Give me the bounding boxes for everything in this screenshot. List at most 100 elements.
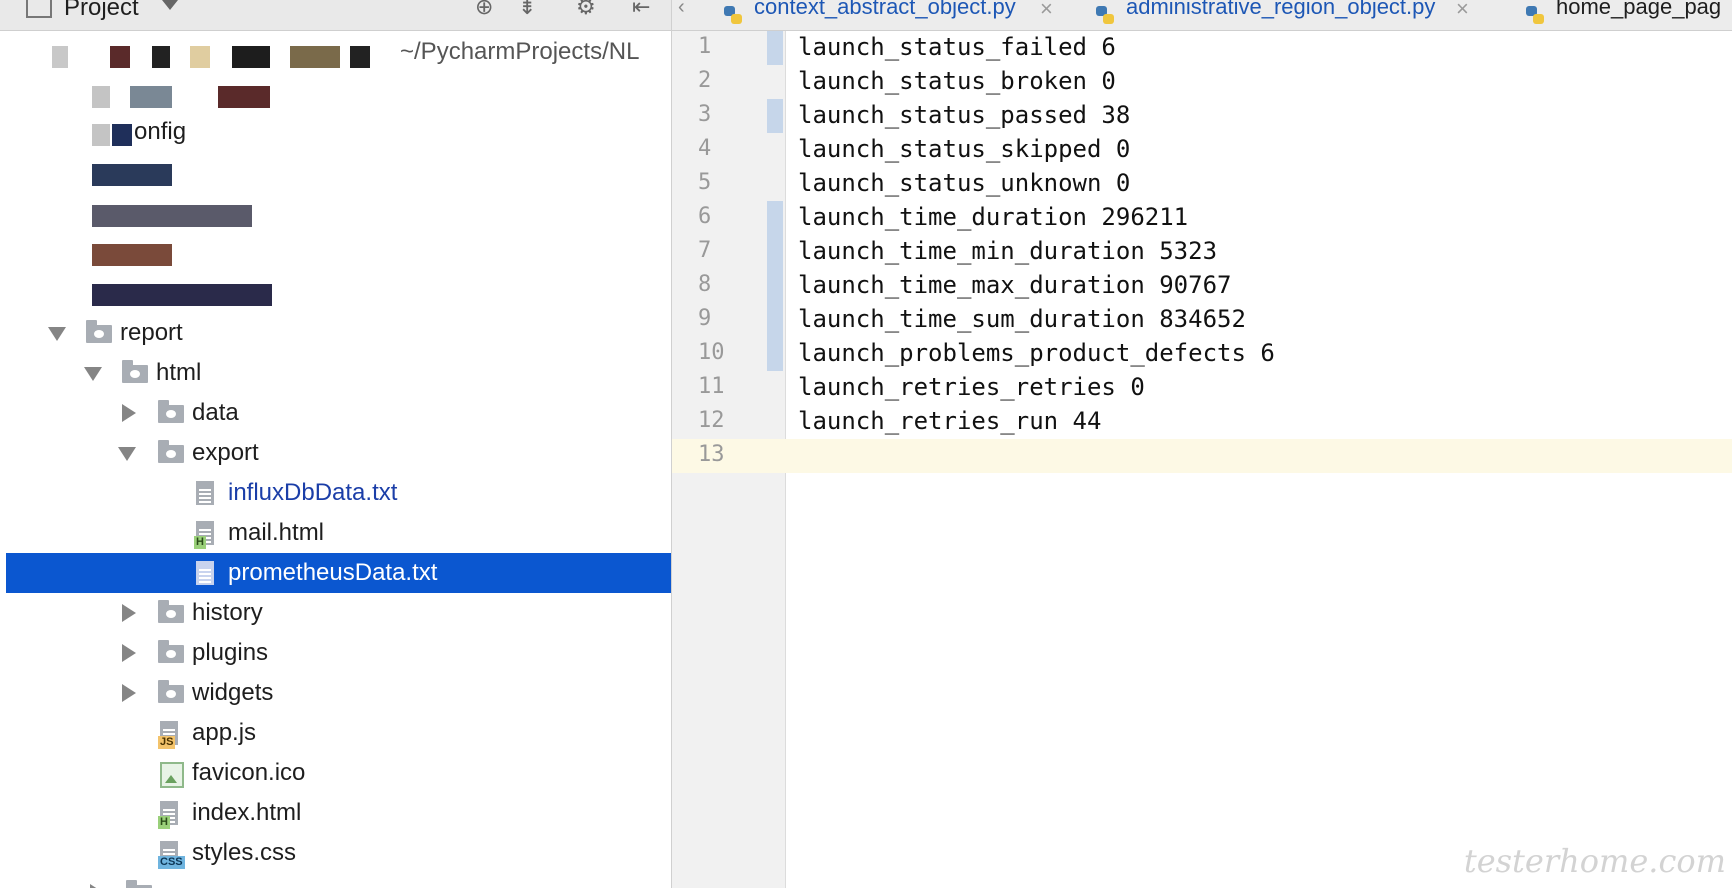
tree-row-label: history: [192, 599, 263, 626]
folder-icon: [158, 600, 186, 625]
locate-icon[interactable]: ⊕: [475, 0, 493, 20]
gear-icon[interactable]: ⚙: [576, 0, 596, 20]
change-marker[interactable]: [767, 201, 783, 235]
tree-row-partial[interactable]: [6, 873, 671, 888]
code-line-text: launch_status_unknown 0: [798, 169, 1131, 197]
gutter-line: 1: [672, 31, 785, 65]
tree-row-data[interactable]: data: [6, 393, 671, 433]
partial-folder-label[interactable]: onfig: [134, 118, 186, 146]
tree-row-html[interactable]: html: [6, 353, 671, 393]
project-root-path: ~/PycharmProjects/NL: [400, 38, 640, 65]
tree-row-label: prometheusData.txt: [228, 559, 438, 586]
tree-row-label: mail.html: [228, 519, 325, 546]
tree-row-label: app.js: [192, 719, 257, 746]
image-file-icon: [158, 761, 186, 788]
code-line-text: launch_problems_product_defects 6: [798, 339, 1275, 367]
line-number: 1: [698, 34, 712, 59]
change-marker[interactable]: [767, 235, 783, 269]
line-number: 6: [698, 204, 712, 229]
tree-row-plugins[interactable]: plugins: [6, 633, 671, 673]
code-line[interactable]: launch_status_failed 6: [785, 31, 1732, 65]
code-line[interactable]: launch_status_passed 38: [785, 99, 1732, 133]
code-line-text: launch_status_failed 6: [798, 33, 1116, 61]
line-number: 11: [698, 374, 725, 399]
tree-row-label: html: [156, 359, 202, 386]
change-marker[interactable]: [767, 337, 783, 371]
html-file-icon: H: [194, 521, 222, 549]
code-line-text: launch_status_skipped 0: [798, 135, 1131, 163]
line-number: 5: [698, 170, 712, 195]
tree-row-export[interactable]: export: [6, 433, 671, 473]
folder-icon: [86, 320, 114, 345]
tree-row-app-js[interactable]: JS app.js: [6, 713, 671, 753]
line-number: 7: [698, 238, 712, 263]
collapse-arrow-icon[interactable]: [122, 404, 136, 422]
folder-icon: [158, 680, 186, 705]
code-line[interactable]: launch_status_broken 0: [785, 65, 1732, 99]
code-line-text: launch_retries_retries 0: [798, 373, 1145, 401]
code-line[interactable]: launch_time_min_duration 5323: [785, 235, 1732, 269]
collapse-arrow-icon[interactable]: [122, 604, 136, 622]
tree-row-label: data: [192, 399, 239, 426]
project-panel: Project ⊕ ⇟ ⚙ ⇤ ~/PycharmProjects/NL onf…: [0, 0, 672, 888]
line-number: 13: [698, 442, 725, 467]
code-line[interactable]: launch_retries_retries 0: [785, 371, 1732, 405]
folder-icon: [158, 440, 186, 465]
folder-icon: [122, 360, 150, 385]
tree-row-widgets[interactable]: widgets: [6, 673, 671, 713]
tree-row-label: index.html: [192, 799, 302, 826]
code-line-text: launch_time_min_duration 5323: [798, 237, 1218, 265]
code-line[interactable]: launch_status_unknown 0: [785, 167, 1732, 201]
project-toolbar: Project ⊕ ⇟ ⚙ ⇤: [0, 0, 671, 31]
code-line[interactable]: launch_problems_product_defects 6: [785, 337, 1732, 371]
code-line[interactable]: launch_retries_run 44: [785, 405, 1732, 439]
collapse-all-icon[interactable]: ⇟: [518, 0, 536, 20]
tab-label: context_abstract_object.py: [754, 0, 1016, 19]
code-line[interactable]: launch_time_sum_duration 834652: [785, 303, 1732, 337]
tree-row-index-html[interactable]: H index.html: [6, 793, 671, 833]
code-line[interactable]: launch_time_max_duration 90767: [785, 269, 1732, 303]
code-line[interactable]: [785, 439, 1732, 473]
line-number: 3: [698, 102, 712, 127]
project-view-icon[interactable]: [26, 0, 52, 18]
chevron-left-icon[interactable]: ‹: [678, 0, 685, 19]
watermark: testerhome.com: [1463, 842, 1726, 880]
tree-row-favicon[interactable]: favicon.ico: [6, 753, 671, 793]
code-line-text: launch_time_sum_duration 834652: [798, 305, 1246, 333]
change-marker[interactable]: [767, 303, 783, 337]
close-icon[interactable]: ×: [1040, 0, 1053, 22]
code-line[interactable]: launch_status_skipped 0: [785, 133, 1732, 167]
expand-arrow-icon[interactable]: [84, 367, 102, 381]
tree-row-prometheusdata[interactable]: prometheusData.txt: [6, 553, 671, 593]
collapse-arrow-icon[interactable]: [122, 644, 136, 662]
line-number: 8: [698, 272, 712, 297]
line-number: 9: [698, 306, 712, 331]
collapse-arrow-icon[interactable]: [122, 684, 136, 702]
tree-row-styles-css[interactable]: CSS styles.css: [6, 833, 671, 873]
folder-icon: [158, 640, 186, 665]
hide-panel-icon[interactable]: ⇤: [632, 0, 650, 20]
tree-row-label: plugins: [192, 639, 269, 666]
tree-row-history[interactable]: history: [6, 593, 671, 633]
code-line-text: launch_status_broken 0: [798, 67, 1116, 95]
expand-arrow-icon[interactable]: [118, 447, 136, 461]
change-marker[interactable]: [767, 31, 783, 65]
collapse-arrow-icon[interactable]: [90, 884, 104, 888]
expand-arrow-icon[interactable]: [48, 327, 66, 341]
python-file-icon: [1526, 6, 1544, 24]
tree-row-report[interactable]: report: [6, 313, 671, 353]
tree-row-mail-html[interactable]: H mail.html: [6, 513, 671, 553]
editor-tabs: ‹ context_abstract_object.py × administr…: [672, 0, 1732, 31]
chevron-down-icon[interactable]: [162, 0, 178, 10]
tab-label: administrative_region_object.py: [1126, 0, 1436, 19]
tree-row-influxdbdata[interactable]: influxDbData.txt: [6, 473, 671, 513]
close-icon[interactable]: ×: [1456, 0, 1469, 22]
gutter-line: 7: [672, 235, 785, 269]
project-title[interactable]: Project: [64, 0, 139, 22]
gutter-line: 4: [672, 133, 785, 167]
code-editor[interactable]: 1 2 3 4 5 6 7 8 9 10 11 12 13 launch_status_failed 6…: [672, 31, 1732, 888]
change-marker[interactable]: [767, 269, 783, 303]
code-line[interactable]: launch_time_duration 296211: [785, 201, 1732, 235]
gutter-line: 11: [672, 371, 785, 405]
change-marker[interactable]: [767, 99, 783, 133]
